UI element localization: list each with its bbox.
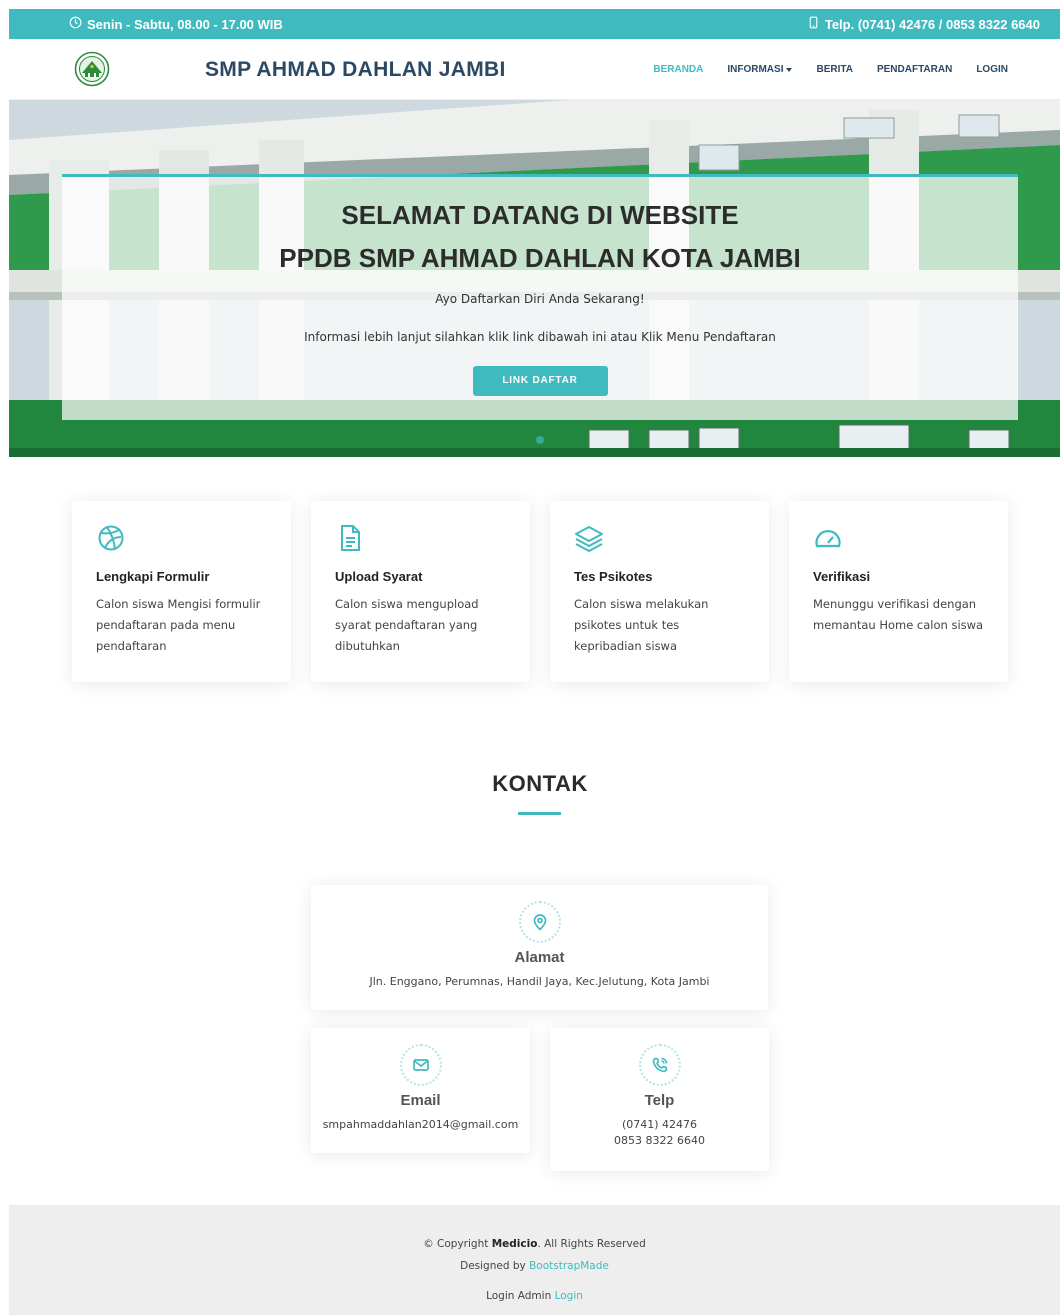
topbar-phone: Telp. (0741) 42476 / 0853 8322 6640: [807, 16, 1040, 32]
feature-card: Tes Psikotes Calon siswa melakukan psiko…: [550, 501, 769, 682]
link-daftar-button[interactable]: LINK DAFTAR: [472, 366, 608, 397]
info-text: (0741) 42476 0853 8322 6640: [550, 1117, 769, 1149]
info-title: Alamat: [514, 949, 565, 966]
title-divider: [518, 812, 561, 815]
telp-line1: (0741) 42476: [621, 1118, 698, 1131]
school-logo-icon[interactable]: [69, 51, 115, 87]
feature-text: Calon siswa melakukan psikotes untuk tes…: [574, 597, 709, 653]
feature-card: Upload Syarat Calon siswa mengupload sya…: [311, 501, 530, 682]
feature-card: Lengkapi Formulir Calon siswa Mengisi fo…: [72, 501, 291, 682]
copyright-prefix: © Copyright: [423, 1238, 489, 1250]
footer-copyright: © Copyright Medicio. All Rights Reserved: [9, 1237, 1060, 1251]
feature-text: Calon siswa Mengisi formulir pendaftaran…: [96, 597, 261, 653]
bootstrapmade-link[interactable]: BootstrapMade: [529, 1260, 609, 1272]
feature-text: Calon siswa mengupload syarat pendaftara…: [335, 597, 479, 653]
nav-berita[interactable]: BERITA: [816, 64, 852, 75]
info-text: Jln. Enggano, Perumnas, Handil Jaya, Kec…: [369, 975, 710, 988]
telp-line2: 0853 8322 6640: [614, 1134, 705, 1147]
page: Senin - Sabtu, 08.00 - 17.00 WIB Telp. (…: [9, 9, 1060, 1315]
nav-informasi-label: INFORMASI: [727, 64, 784, 75]
feature-text: Menunggu verifikasi dengan memantau Home…: [813, 597, 984, 632]
site-title[interactable]: SMP AHMAD DAHLAN JAMBI: [205, 58, 506, 82]
hero-section: SELAMAT DATANG DI WEBSITE PPDB SMP AHMAD…: [9, 100, 1060, 457]
admin-login-link[interactable]: Login: [555, 1290, 583, 1302]
footer-login: Login Admin Login: [9, 1289, 1060, 1303]
layers-icon: [574, 523, 604, 553]
copyright-suffix: . All Rights Reserved: [537, 1238, 646, 1250]
designed-prefix: Designed by: [460, 1260, 526, 1272]
nav-informasi[interactable]: INFORMASI: [727, 64, 793, 75]
topbar-phone-text: Telp. (0741) 42476 / 0853 8322 6640: [824, 16, 1040, 32]
topbar-hours: Senin - Sabtu, 08.00 - 17.00 WIB: [69, 16, 283, 32]
hero-subtitle: Ayo Daftarkan Diri Anda Sekarang!: [435, 292, 645, 307]
kontak-title: KONTAK: [492, 771, 588, 796]
carousel-indicator[interactable]: [536, 436, 544, 444]
info-title: Telp: [644, 1092, 675, 1109]
hero-card: SELAMAT DATANG DI WEBSITE PPDB SMP AHMAD…: [62, 174, 1018, 420]
nav-beranda[interactable]: BERANDA: [653, 64, 703, 75]
header: SMP AHMAD DAHLAN JAMBI BERANDA INFORMASI…: [9, 39, 1060, 100]
info-box-email: Email smpahmaddahlan2014@gmail.com: [311, 1028, 530, 1153]
dribbble-icon: [96, 523, 126, 553]
login-prefix: Login Admin: [486, 1290, 552, 1302]
phone-icon: [807, 16, 820, 32]
file-text-icon: [335, 523, 365, 553]
main-nav: BERANDA INFORMASI BERITA PENDAFTARAN LOG…: [629, 64, 1008, 75]
phone-call-icon: [638, 1044, 681, 1086]
map-pin-icon: [518, 901, 561, 943]
clock-icon: [69, 16, 82, 32]
footer-brand: Medicio: [491, 1238, 538, 1250]
hero-description: Informasi lebih lanjut silahkan klik lin…: [304, 330, 776, 345]
footer: © Copyright Medicio. All Rights Reserved…: [9, 1205, 1060, 1315]
feature-title: Tes Psikotes: [574, 569, 653, 584]
info-box-telp: Telp (0741) 42476 0853 8322 6640: [550, 1028, 769, 1171]
speedometer-icon: [813, 523, 843, 553]
features-row: Lengkapi Formulir Calon siswa Mengisi fo…: [72, 501, 1008, 682]
feature-card: Verifikasi Menunggu verifikasi dengan me…: [789, 501, 1008, 682]
nav-login[interactable]: LOGIN: [976, 64, 1008, 75]
feature-title: Lengkapi Formulir: [96, 569, 210, 584]
nav-pendaftaran[interactable]: PENDAFTARAN: [877, 64, 952, 75]
hero-title-line1: SELAMAT DATANG DI WEBSITE: [341, 200, 739, 230]
info-title: Email: [400, 1092, 441, 1109]
feature-title: Upload Syarat: [335, 569, 423, 584]
caret-down-icon: [786, 67, 793, 72]
footer-designed: Designed by BootstrapMade: [9, 1259, 1060, 1273]
envelope-icon: [399, 1044, 442, 1086]
hero-title-line2: PPDB SMP AHMAD DAHLAN KOTA JAMBI: [279, 242, 801, 273]
info-box-alamat: Alamat Jln. Enggano, Perumnas, Handil Ja…: [311, 885, 768, 1010]
info-text[interactable]: smpahmaddahlan2014@gmail.com: [311, 1117, 530, 1133]
feature-title: Verifikasi: [813, 569, 871, 584]
topbar: Senin - Sabtu, 08.00 - 17.00 WIB Telp. (…: [9, 9, 1060, 39]
topbar-hours-text: Senin - Sabtu, 08.00 - 17.00 WIB: [87, 16, 283, 32]
